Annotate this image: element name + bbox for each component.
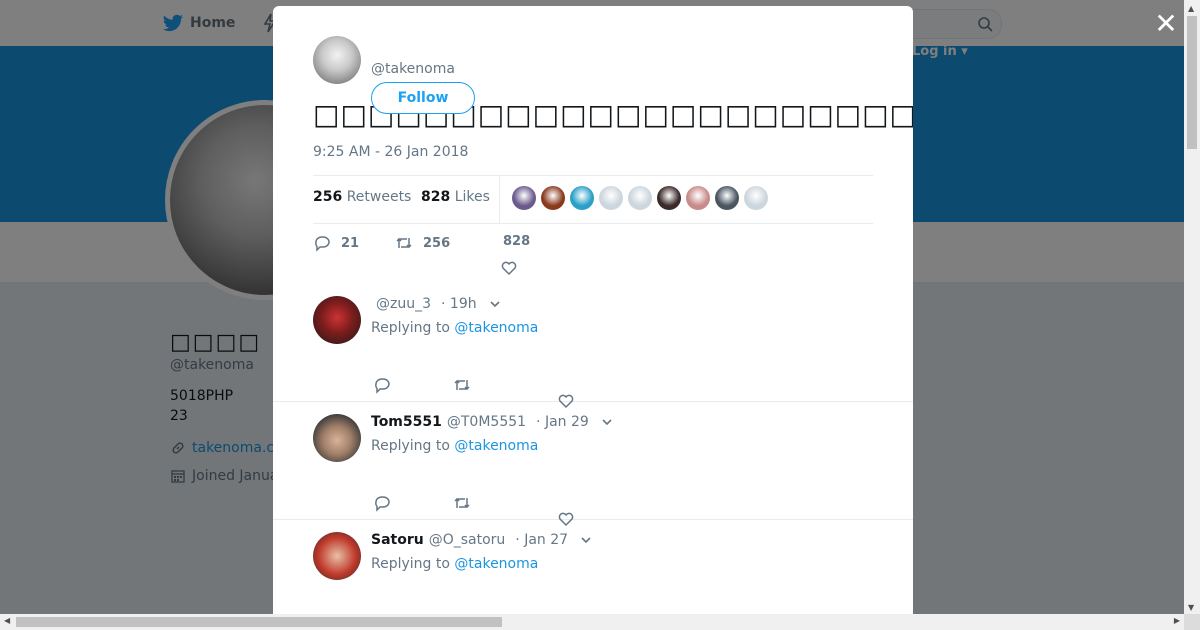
liker-avatar[interactable] [512, 186, 536, 210]
likes-count: 828 [421, 189, 451, 205]
scroll-up-arrow-icon[interactable]: ▲ [1188, 4, 1194, 13]
horizontal-scrollbar[interactable]: ◀ ▶ [0, 614, 1184, 630]
vertical-scrollbar[interactable]: ▲ ▼ [1184, 0, 1200, 614]
close-icon[interactable]: ✕ [1153, 10, 1179, 38]
reply-header: Satoru @O_satoru · Jan 27 [371, 532, 592, 548]
chevron-down-icon[interactable] [601, 416, 613, 428]
reply-avatar[interactable] [313, 414, 361, 462]
chevron-down-icon[interactable] [489, 298, 501, 310]
retweet-icon[interactable] [453, 494, 471, 512]
stats-divider [499, 176, 500, 223]
reply-tweet[interactable]: Tom5551 @T0M5551 · Jan 29 Replying to @t… [273, 414, 913, 527]
reply-author-name[interactable]: Satoru [371, 532, 424, 548]
reply-count: 21 [341, 235, 360, 251]
liker-avatar[interactable] [744, 186, 768, 210]
replying-to-mention[interactable]: @takenoma [454, 320, 538, 336]
reply-date[interactable]: · Jan 29 [536, 414, 589, 430]
liker-avatar[interactable] [541, 186, 565, 210]
reply-header: Tom5551 @T0M5551 · Jan 29 [371, 414, 613, 430]
horizontal-scroll-thumb[interactable] [16, 617, 502, 627]
reply-author-handle[interactable]: @zuu_3 [376, 296, 431, 312]
liker-avatar[interactable] [628, 186, 652, 210]
reply-actions [371, 376, 591, 409]
like-count: 828 [503, 234, 531, 249]
replying-to: Replying to @takenoma [371, 556, 538, 572]
retweet-icon [396, 237, 412, 249]
reply-date[interactable]: · 19h [441, 296, 477, 312]
liker-avatar[interactable] [686, 186, 710, 210]
liker-avatars [512, 186, 768, 210]
retweets-stat[interactable]: 256 Retweets [313, 189, 411, 205]
liker-avatar[interactable] [599, 186, 623, 210]
reply-icon [315, 236, 330, 252]
reply-author-name[interactable]: Tom5551 [371, 414, 442, 430]
likes-label: Likes [454, 189, 490, 205]
heart-icon[interactable] [557, 392, 575, 410]
tweet-modal: @takenoma □□□□□□□□□□□□□□□□□□□□□□□□□□□□□□… [273, 6, 913, 614]
scrollbar-corner [1184, 614, 1200, 630]
liker-avatar[interactable] [570, 186, 594, 210]
reply-author-handle[interactable]: @T0M5551 [447, 414, 526, 430]
reply-author-handle[interactable]: @O_satoru [429, 532, 506, 548]
retweet-count: 256 [423, 235, 451, 251]
like-action[interactable]: 828 [503, 234, 530, 249]
liker-avatar[interactable] [715, 186, 739, 210]
reply-avatar[interactable] [313, 532, 361, 580]
scroll-right-arrow-icon[interactable]: ▶ [1174, 616, 1180, 625]
tweet-author-avatar[interactable] [313, 36, 361, 84]
tweet-stats: 256 Retweets 828 Likes [313, 175, 873, 224]
reply-avatar[interactable] [313, 296, 361, 344]
retweet-action[interactable]: 256 [395, 234, 450, 252]
reply-header: @zuu_3 · 19h [371, 296, 501, 312]
reply-actions [371, 494, 591, 527]
replying-to-mention[interactable]: @takenoma [454, 556, 538, 572]
replying-to: Replying to @takenoma [371, 438, 538, 454]
replying-to: Replying to @takenoma [371, 320, 538, 336]
retweet-icon[interactable] [453, 376, 471, 394]
retweets-label: Retweets [346, 189, 412, 205]
tweet-timestamp[interactable]: 9:25 AM - 26 Jan 2018 [313, 144, 468, 160]
replying-to-mention[interactable]: @takenoma [454, 438, 538, 454]
replying-to-prefix: Replying to [371, 320, 450, 336]
reply-icon[interactable] [373, 376, 391, 394]
reply-date[interactable]: · Jan 27 [515, 532, 568, 548]
likes-stat[interactable]: 828 Likes [421, 189, 490, 205]
vertical-scroll-thumb[interactable] [1187, 16, 1197, 149]
follow-button[interactable]: Follow [371, 82, 475, 114]
reply-action[interactable]: 21 [313, 234, 359, 252]
tweet-actions: 21 256 828 [313, 234, 873, 276]
tweet-author-handle[interactable]: @takenoma [371, 61, 455, 77]
scroll-left-arrow-icon[interactable]: ◀ [4, 616, 10, 625]
reply-icon[interactable] [373, 494, 391, 512]
replying-to-prefix: Replying to [371, 556, 450, 572]
replying-to-prefix: Replying to [371, 438, 450, 454]
reply-tweet[interactable]: Satoru @O_satoru · Jan 27 Replying to @t… [273, 532, 913, 614]
liker-avatar[interactable] [657, 186, 681, 210]
retweets-count: 256 [313, 189, 343, 205]
chevron-down-icon[interactable] [580, 534, 592, 546]
heart-icon[interactable] [557, 510, 575, 528]
heart-icon[interactable] [500, 259, 518, 277]
scroll-down-arrow-icon[interactable]: ▼ [1188, 603, 1194, 612]
reply-tweet[interactable]: @zuu_3 · 19h Replying to @takenoma [273, 296, 913, 409]
